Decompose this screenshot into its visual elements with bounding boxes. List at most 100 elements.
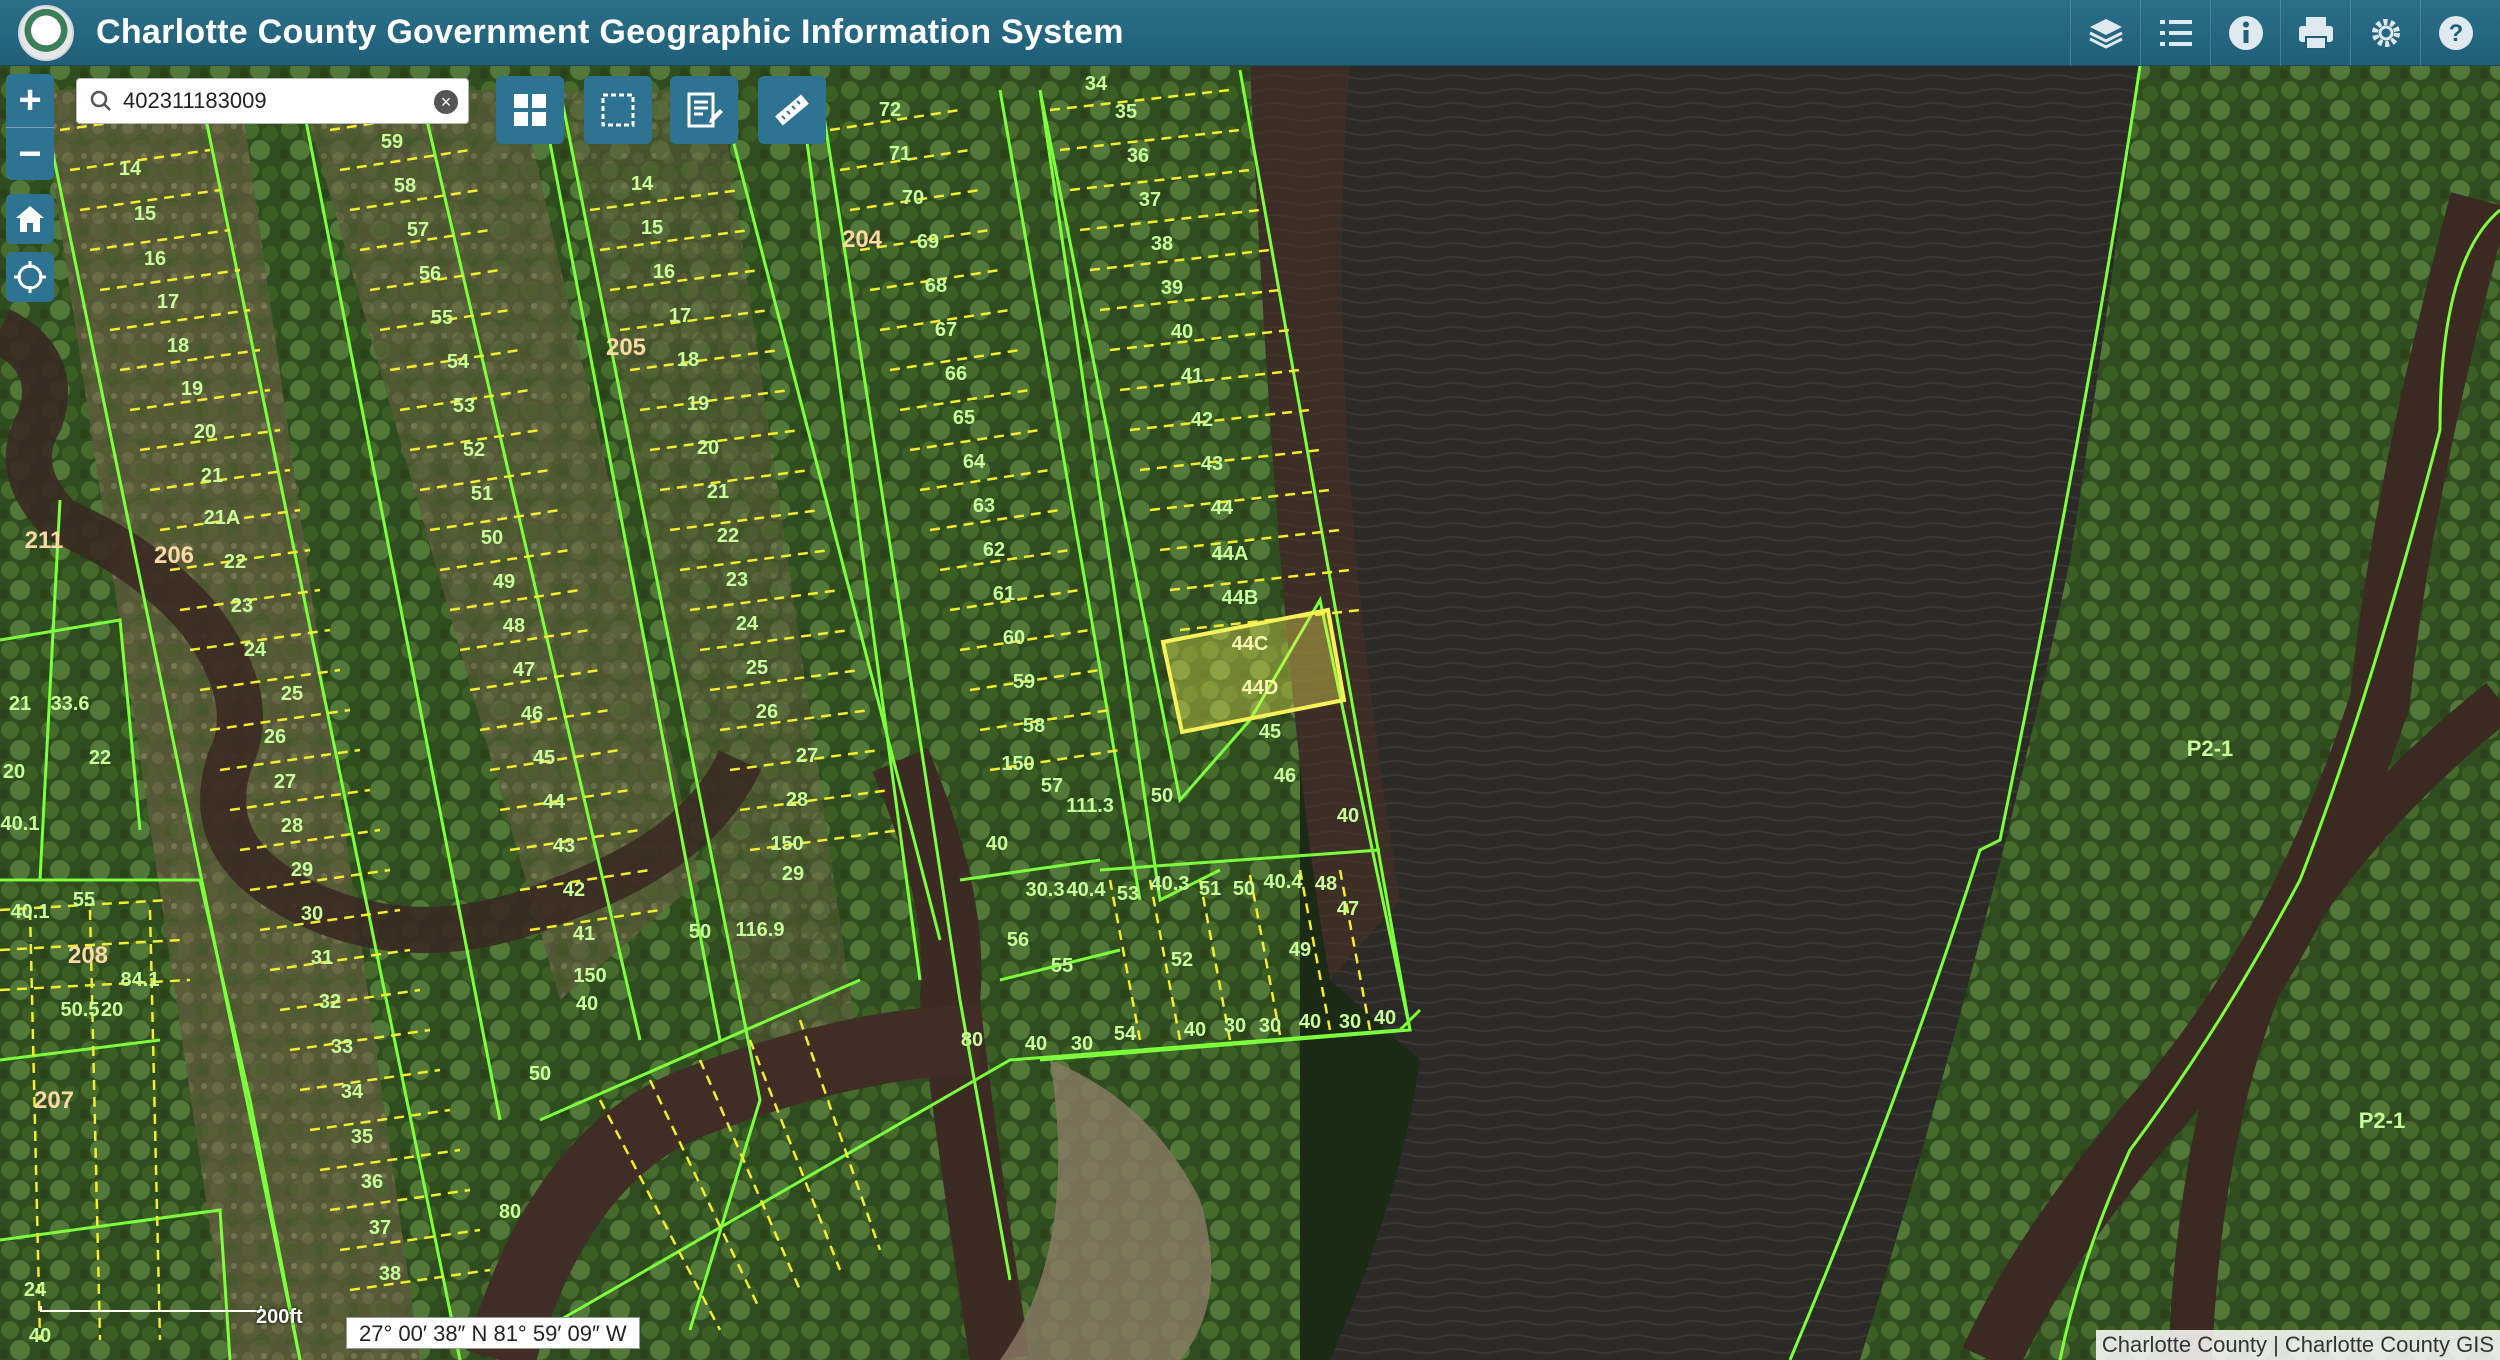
svg-text:19: 19: [687, 393, 709, 415]
zoom-out-button[interactable]: −: [6, 126, 54, 181]
scale-bar-line: [40, 1306, 262, 1312]
svg-text:45: 45: [533, 747, 555, 769]
document-edit-icon: [687, 92, 723, 128]
svg-text:20: 20: [697, 437, 719, 459]
report-button[interactable]: [670, 76, 738, 144]
layers-button[interactable]: [2070, 0, 2140, 66]
svg-text:207: 207: [34, 1087, 74, 1114]
app-title: Charlotte County Government Geographic I…: [96, 13, 1124, 51]
zoom-control: + −: [6, 74, 54, 180]
svg-text:44B: 44B: [1222, 587, 1259, 609]
svg-text:56: 56: [1007, 929, 1029, 951]
svg-text:26: 26: [264, 726, 286, 748]
svg-text:37: 37: [369, 1217, 391, 1239]
svg-text:50: 50: [1233, 878, 1255, 900]
svg-text:40.1: 40.1: [11, 901, 50, 923]
clear-search-button[interactable]: ×: [434, 90, 458, 114]
help-icon: ?: [2438, 16, 2473, 50]
svg-text:58: 58: [1023, 715, 1045, 737]
svg-text:49: 49: [493, 571, 515, 593]
identify-button[interactable]: [2210, 0, 2280, 66]
svg-text:25: 25: [281, 683, 303, 705]
svg-text:59: 59: [1013, 671, 1035, 693]
svg-text:205: 205: [606, 334, 646, 361]
svg-text:46: 46: [521, 703, 543, 725]
app-header: Charlotte County Government Geographic I…: [0, 0, 2500, 66]
home-button[interactable]: [6, 194, 54, 244]
svg-text:14: 14: [119, 158, 142, 180]
locate-button[interactable]: [6, 252, 54, 302]
svg-text:64: 64: [963, 451, 986, 473]
tools-button[interactable]: [2350, 0, 2420, 66]
svg-text:44A: 44A: [1212, 543, 1249, 565]
svg-text:50: 50: [1151, 785, 1173, 807]
svg-text:17: 17: [157, 291, 179, 313]
svg-text:44D: 44D: [1242, 677, 1279, 699]
svg-text:P2-1: P2-1: [2359, 1108, 2405, 1133]
basemap-button[interactable]: [496, 76, 564, 144]
svg-text:30: 30: [1339, 1011, 1361, 1033]
search-icon: [90, 90, 111, 111]
search-input[interactable]: [123, 88, 413, 114]
svg-text:40: 40: [986, 833, 1008, 855]
svg-text:?: ?: [2448, 20, 2463, 47]
svg-text:22: 22: [224, 551, 246, 573]
svg-text:72: 72: [879, 99, 901, 121]
svg-text:66: 66: [945, 363, 967, 385]
svg-text:53: 53: [1117, 883, 1139, 905]
print-button[interactable]: [2280, 0, 2350, 66]
svg-text:15: 15: [134, 203, 156, 225]
legend-button[interactable]: [2140, 0, 2210, 66]
svg-text:29: 29: [782, 863, 804, 885]
locate-icon: [14, 261, 46, 293]
svg-text:21: 21: [201, 465, 223, 487]
svg-text:40.4: 40.4: [1264, 871, 1304, 893]
svg-text:20: 20: [194, 421, 216, 443]
svg-text:46: 46: [1274, 765, 1296, 787]
svg-text:36: 36: [361, 1171, 383, 1193]
svg-text:17: 17: [669, 305, 691, 327]
svg-text:65: 65: [953, 407, 975, 429]
svg-text:48: 48: [503, 615, 525, 637]
svg-text:21A: 21A: [204, 507, 241, 529]
select-area-button[interactable]: [584, 76, 652, 144]
zoom-in-button[interactable]: +: [6, 74, 54, 127]
svg-text:38: 38: [1151, 233, 1173, 255]
svg-text:35: 35: [351, 1126, 373, 1148]
help-button[interactable]: ?: [2420, 0, 2490, 66]
measure-button[interactable]: [758, 76, 826, 144]
svg-text:55: 55: [73, 889, 95, 911]
svg-text:50: 50: [529, 1063, 551, 1085]
svg-text:58: 58: [394, 175, 416, 197]
svg-text:41: 41: [573, 923, 595, 945]
svg-text:57: 57: [407, 219, 429, 241]
tools-gear-icon: [2371, 19, 2400, 47]
svg-text:24: 24: [736, 613, 759, 635]
svg-text:61: 61: [993, 583, 1015, 605]
svg-text:20: 20: [101, 999, 123, 1021]
svg-text:30.3: 30.3: [1026, 879, 1065, 901]
svg-text:14: 14: [631, 173, 654, 195]
print-icon: [2298, 17, 2333, 50]
svg-text:47: 47: [1337, 898, 1359, 920]
svg-text:51: 51: [1199, 878, 1221, 900]
parcel-search: ×: [76, 78, 469, 124]
svg-text:150: 150: [573, 965, 606, 987]
svg-text:54: 54: [447, 351, 470, 373]
svg-text:150: 150: [770, 833, 803, 855]
svg-text:67: 67: [935, 319, 957, 341]
close-icon: ×: [440, 92, 452, 112]
map-view[interactable]: 14 15 16 17 18 19 20 21 21A 22 23 24 25 26 27 28 29…: [0, 66, 2500, 1360]
svg-text:30: 30: [301, 903, 323, 925]
svg-text:15: 15: [641, 217, 663, 239]
svg-text:40: 40: [1171, 321, 1193, 343]
svg-text:80: 80: [961, 1029, 983, 1051]
svg-text:50: 50: [481, 527, 503, 549]
svg-text:38: 38: [379, 1263, 401, 1285]
svg-text:44C: 44C: [1232, 633, 1269, 655]
svg-text:40: 40: [1025, 1033, 1047, 1055]
svg-text:39: 39: [1161, 277, 1183, 299]
home-icon: [16, 206, 44, 232]
svg-text:43: 43: [1201, 453, 1223, 475]
svg-text:32: 32: [319, 991, 341, 1013]
